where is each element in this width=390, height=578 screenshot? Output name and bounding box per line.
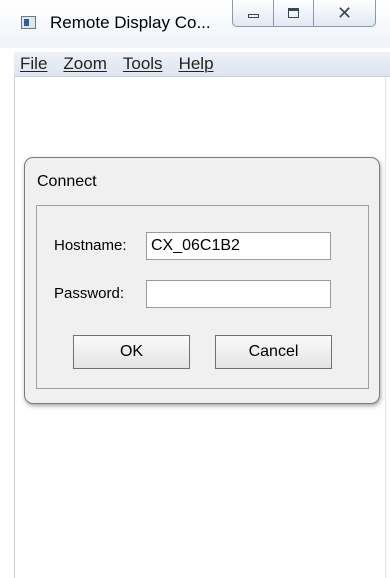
app-window-icon[interactable] [21,16,36,29]
title-bar[interactable]: Remote Display Co... ✕ [0,0,390,48]
maximize-button[interactable] [274,0,314,27]
ok-button[interactable]: OK [73,335,190,369]
menu-bar: File Zoom Tools Help [14,52,390,77]
password-label: Password: [54,285,125,302]
connect-form-panel: Hostname: Password: OK Cancel [36,205,369,389]
connect-dialog: Connect Hostname: Password: OK Cancel [24,157,380,404]
close-icon: ✕ [336,3,353,23]
hostname-label: Hostname: [54,237,127,254]
menu-tools[interactable]: Tools [117,54,169,74]
menu-file[interactable]: File [14,54,53,74]
menu-zoom[interactable]: Zoom [57,54,112,74]
dialog-title: Connect [37,173,97,190]
menu-help[interactable]: Help [173,54,220,74]
caption-buttons: ✕ [232,0,376,27]
password-input[interactable] [146,280,331,308]
minimize-button[interactable] [232,0,274,27]
client-area-border [14,77,15,578]
minimize-icon [247,13,259,18]
window-title: Remote Display Co... [50,13,211,32]
close-button[interactable]: ✕ [314,0,376,27]
hostname-input[interactable] [146,232,331,260]
cancel-button[interactable]: Cancel [215,335,332,369]
remote-display-window: Remote Display Co... ✕ File Zoom Tools H… [0,0,390,578]
maximize-icon [288,8,299,18]
client-area-border [385,77,386,578]
